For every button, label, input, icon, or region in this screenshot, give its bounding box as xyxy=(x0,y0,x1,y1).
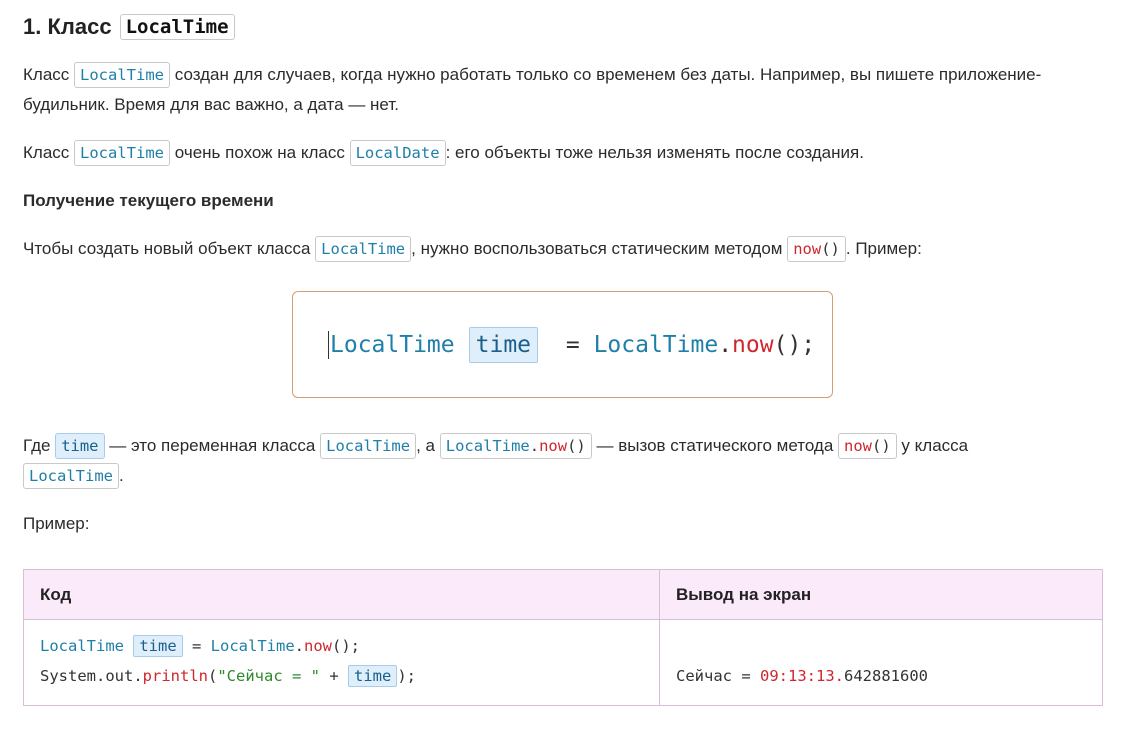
inline-code-now: now() xyxy=(787,236,846,262)
intro-paragraph: Класс LocalTime создан для случаев, когд… xyxy=(23,60,1103,120)
code-equals: = xyxy=(182,637,211,655)
code-dot: . xyxy=(294,637,305,655)
method-parens: () xyxy=(821,240,840,258)
howto-text-end: . Пример: xyxy=(845,239,922,258)
code-class: LocalTime xyxy=(40,637,124,655)
table-header-code: Код xyxy=(23,569,660,620)
code-example-line: LocalTime time = LocalTime. now (); xyxy=(328,327,815,363)
inline-code-localtime: LocalTime xyxy=(74,62,171,88)
code-cell: LocalTime time = LocalTime.now(); System… xyxy=(23,619,660,706)
code-string: "Сейчас = " xyxy=(217,667,320,685)
code-variable[interactable]: time xyxy=(347,665,398,687)
explain-text-3: , а xyxy=(416,436,436,455)
code-method: now xyxy=(304,637,333,655)
code-example-box: LocalTime time = LocalTime. now (); xyxy=(292,291,833,398)
output-label: Сейчас = xyxy=(676,667,760,685)
code-variable[interactable]: time xyxy=(133,635,183,657)
inline-code-now: now() xyxy=(838,433,897,459)
method-parens: () xyxy=(872,437,891,455)
similar-word: Класс xyxy=(23,143,70,162)
output-time-red: 09:13:13. xyxy=(760,667,844,685)
example-table: Код Вывод на экран LocalTime time = Loca… xyxy=(23,569,1103,706)
explain-text-4: — вызов статического метода xyxy=(596,436,834,455)
code-prefix: System.out. xyxy=(40,667,143,685)
inline-code-time: time xyxy=(55,433,105,459)
table-header-row: Код Вывод на экран xyxy=(23,569,1103,620)
inline-code-localtime-now: LocalTime.now() xyxy=(439,433,592,459)
explain-paragraph: Где time — это переменная класса LocalTi… xyxy=(23,431,1033,491)
table-row: LocalTime time = LocalTime.now(); System… xyxy=(23,619,1103,706)
inline-code-localtime: LocalTime xyxy=(315,236,412,262)
code-tail: ); xyxy=(397,667,416,685)
output-cell: Сейчас = 09:13:13.642881600 xyxy=(659,619,1103,706)
code-dot: . xyxy=(529,437,540,455)
method-name: now xyxy=(844,437,873,455)
code-variable[interactable]: time xyxy=(468,327,539,363)
code-parens: () xyxy=(567,437,586,455)
similar-paragraph: Класс LocalTime очень похож на класс Loc… xyxy=(23,138,864,168)
code-method: now xyxy=(539,437,568,455)
heading-text: 1. Класс xyxy=(23,14,112,39)
code-line: LocalTime time = LocalTime.now(); xyxy=(40,631,643,661)
explain-text-5: у класса xyxy=(901,436,969,455)
similar-text: очень похож на класс xyxy=(174,143,345,162)
section-heading: 1. Класс LocalTime xyxy=(23,10,235,44)
inline-code-localtime: LocalTime xyxy=(23,463,119,489)
inline-code-localtime: LocalTime xyxy=(320,433,417,459)
heading-code: LocalTime xyxy=(119,14,235,40)
code-method: println xyxy=(142,667,208,685)
code-plus: + xyxy=(319,667,348,685)
explain-text-2: — это переменная класса xyxy=(109,436,316,455)
code-class: LocalTime xyxy=(330,332,455,358)
inline-code-localdate: LocalDate xyxy=(349,140,446,166)
code-open: ( xyxy=(207,667,218,685)
howto-text-mid: , нужно воспользоваться статическим мето… xyxy=(411,239,783,258)
code-method: now xyxy=(732,332,774,358)
inline-code-localtime: LocalTime xyxy=(74,140,171,166)
code-tail: (); xyxy=(332,637,361,655)
method-name: now xyxy=(793,240,822,258)
code-class: LocalTime xyxy=(445,437,530,455)
code-dot: . xyxy=(718,332,733,358)
intro-word: Класс xyxy=(23,65,70,84)
howto-text: Чтобы создать новый объект класса xyxy=(23,239,311,258)
similar-text-end: : его объекты тоже нельзя изменять после… xyxy=(445,143,864,162)
code-tail: (); xyxy=(773,332,816,358)
explain-text: Где xyxy=(23,436,51,455)
code-class-call: LocalTime xyxy=(593,332,719,358)
subheading: Получение текущего времени xyxy=(23,191,274,210)
table-header-output: Вывод на экран xyxy=(659,569,1103,620)
code-line: System.out.println("Сейчас = " + time); xyxy=(40,661,643,691)
example-label: Пример: xyxy=(23,514,90,533)
output-time-rest: 642881600 xyxy=(844,667,928,685)
text-cursor xyxy=(328,331,329,359)
howto-paragraph: Чтобы создать новый объект класса LocalT… xyxy=(23,234,922,264)
explain-text-end: . xyxy=(119,466,124,485)
code-class-call: LocalTime xyxy=(210,637,295,655)
code-equals: = xyxy=(552,332,594,358)
intro-text: создан для случаев, когда нужно работать… xyxy=(23,65,1042,114)
output-line: Сейчас = 09:13:13.642881600 xyxy=(676,661,1086,691)
